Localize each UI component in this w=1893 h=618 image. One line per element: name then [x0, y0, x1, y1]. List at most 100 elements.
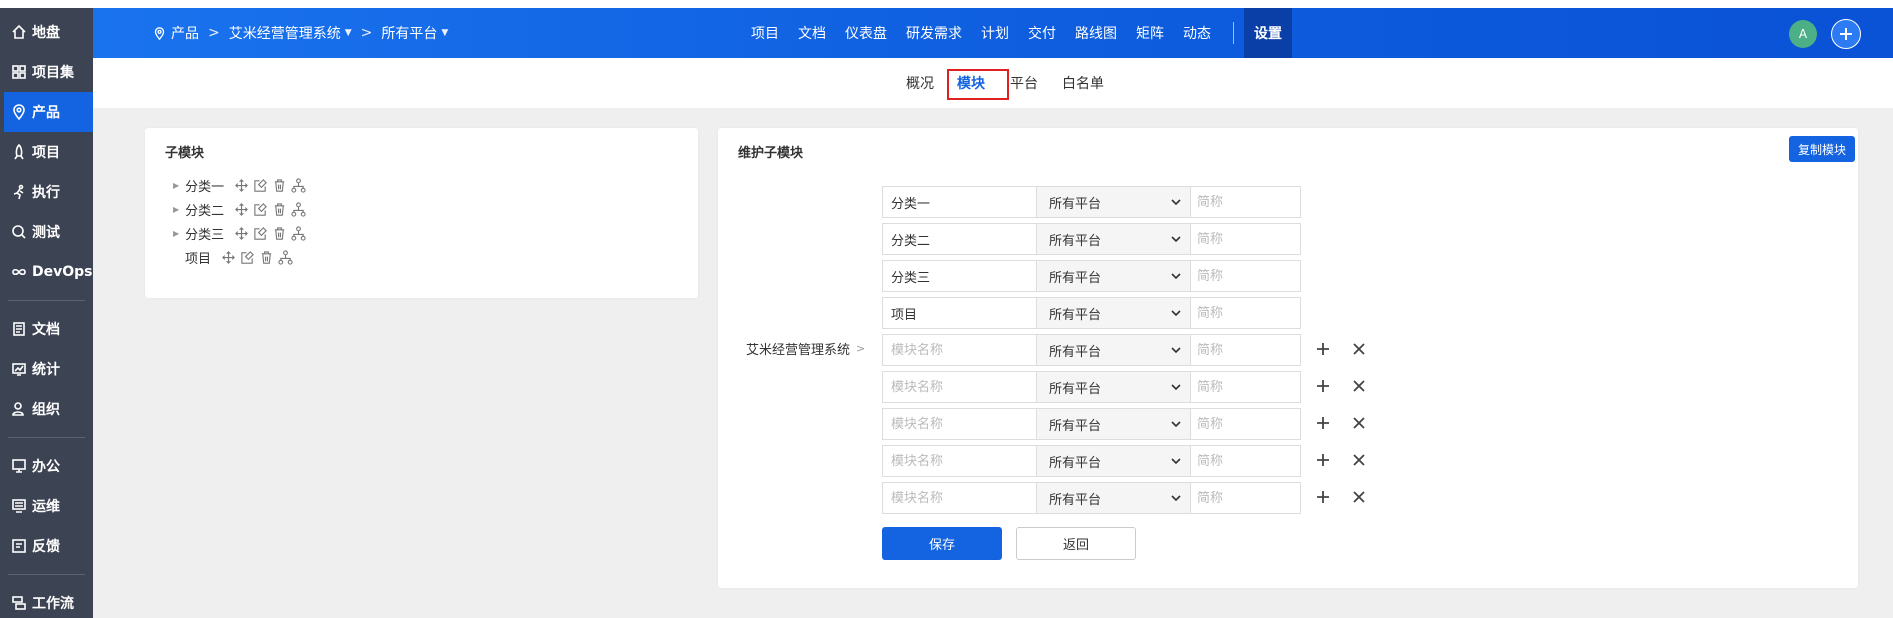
module-name-input[interactable]	[882, 408, 1036, 440]
sub-item-icon[interactable]	[291, 177, 306, 193]
sidebar-item-product[interactable]: 产品	[4, 92, 93, 132]
platform-select[interactable]: 所有平台	[1036, 334, 1191, 366]
short-name-input[interactable]	[1191, 186, 1301, 218]
edit-icon[interactable]	[253, 226, 268, 241]
platform-select[interactable]: 所有平台	[1036, 260, 1191, 292]
nav-roadmap[interactable]: 路线图	[1075, 23, 1117, 43]
sidebar-item-project[interactable]: 项目	[0, 132, 93, 172]
remove-row-button[interactable]	[1352, 453, 1368, 469]
short-name-input[interactable]	[1191, 445, 1301, 477]
remove-row-button[interactable]	[1352, 490, 1368, 506]
edit-icon[interactable]	[253, 178, 268, 193]
nav-release[interactable]: 交付	[1028, 23, 1056, 43]
module-row: 所有平台	[882, 334, 1301, 366]
expand-triangle-icon[interactable]: ▶	[173, 181, 179, 190]
expand-triangle-icon[interactable]: ▶	[173, 229, 179, 238]
sidebar-item-doc[interactable]: 文档	[0, 309, 93, 349]
trash-icon[interactable]	[272, 178, 287, 193]
platform-select[interactable]: 所有平台	[1036, 482, 1191, 514]
platform-select[interactable]: 所有平台	[1036, 408, 1191, 440]
add-row-button[interactable]	[1316, 379, 1332, 395]
sidebar-item-test[interactable]: 测试	[0, 212, 93, 252]
trash-icon[interactable]	[259, 250, 274, 265]
tab-overview[interactable]: 概况	[906, 73, 934, 93]
remove-row-button[interactable]	[1352, 416, 1368, 432]
sidebar-item-feedback[interactable]: 反馈	[0, 526, 93, 566]
move-icon[interactable]	[234, 226, 249, 241]
breadcrumb-platform-dropdown[interactable]: 所有平台 ▼	[381, 23, 448, 43]
module-name-input[interactable]	[882, 186, 1036, 218]
move-icon[interactable]	[234, 202, 249, 217]
nav-doc[interactable]: 文档	[798, 23, 826, 43]
add-row-button[interactable]	[1316, 490, 1332, 506]
sub-item-icon[interactable]	[278, 249, 293, 265]
short-name-input[interactable]	[1191, 297, 1301, 329]
move-icon[interactable]	[234, 178, 249, 193]
sidebar-item-devops[interactable]: DevOps	[0, 252, 93, 292]
sidebar-item-label: 执行	[32, 185, 60, 201]
tree-item[interactable]: ▶ 分类二	[173, 199, 310, 219]
breadcrumb-product[interactable]: 产品	[153, 23, 199, 43]
sidebar-item-ops[interactable]: 运维	[0, 486, 93, 526]
nav-project[interactable]: 项目	[751, 23, 779, 43]
module-name-input[interactable]	[882, 260, 1036, 292]
tab-whitelist[interactable]: 白名单	[1062, 73, 1104, 93]
module-name-input[interactable]	[882, 297, 1036, 329]
back-button[interactable]: 返回	[1016, 527, 1136, 560]
create-button[interactable]	[1831, 19, 1861, 49]
tree-item[interactable]: ▶ 分类一	[173, 175, 310, 195]
sidebar-item-office[interactable]: 办公	[0, 446, 93, 486]
platform-select[interactable]: 所有平台	[1036, 371, 1191, 403]
sidebar-item-dashboard[interactable]: 地盘	[0, 12, 93, 52]
sidebar-item-label: 运维	[32, 499, 60, 515]
short-name-input[interactable]	[1191, 223, 1301, 255]
nav-plan[interactable]: 计划	[981, 23, 1009, 43]
short-name-input[interactable]	[1191, 260, 1301, 292]
sub-item-icon[interactable]	[291, 201, 306, 217]
short-name-input[interactable]	[1191, 371, 1301, 403]
trash-icon[interactable]	[272, 226, 287, 241]
tree-item[interactable]: ▶ 分类三	[173, 223, 310, 243]
nav-dashboard[interactable]: 仪表盘	[845, 23, 887, 43]
module-name-input[interactable]	[882, 482, 1036, 514]
platform-select[interactable]: 所有平台	[1036, 186, 1191, 218]
trash-icon[interactable]	[272, 202, 287, 217]
add-row-button[interactable]	[1316, 416, 1332, 432]
edit-icon[interactable]	[253, 202, 268, 217]
short-name-input[interactable]	[1191, 482, 1301, 514]
copy-module-button[interactable]: 复制模块	[1789, 136, 1855, 162]
sidebar: 地盘 项目集 产品 项目 执行 测试 DevOps 文档 统计 组织 办公 运维…	[0, 8, 93, 618]
nav-settings[interactable]: 设置	[1244, 8, 1292, 58]
sidebar-item-label: 项目集	[32, 65, 74, 81]
tab-platform[interactable]: 平台	[1010, 73, 1038, 93]
save-button[interactable]: 保存	[882, 527, 1002, 560]
platform-select[interactable]: 所有平台	[1036, 445, 1191, 477]
tree-item[interactable]: 项目	[185, 247, 297, 267]
sidebar-item-statistics[interactable]: 统计	[0, 349, 93, 389]
avatar[interactable]: A	[1789, 20, 1817, 48]
module-name-input[interactable]	[882, 223, 1036, 255]
add-row-button[interactable]	[1316, 342, 1332, 358]
short-name-input[interactable]	[1191, 334, 1301, 366]
nav-requirements[interactable]: 研发需求	[906, 23, 962, 43]
sidebar-item-organization[interactable]: 组织	[0, 389, 93, 429]
move-icon[interactable]	[221, 250, 236, 265]
remove-row-button[interactable]	[1352, 379, 1368, 395]
nav-matrix[interactable]: 矩阵	[1136, 23, 1164, 43]
expand-triangle-icon[interactable]: ▶	[173, 205, 179, 214]
platform-select[interactable]: 所有平台	[1036, 297, 1191, 329]
sidebar-item-workflow[interactable]: 工作流	[0, 583, 93, 618]
sub-item-icon[interactable]	[291, 225, 306, 241]
remove-row-button[interactable]	[1352, 342, 1368, 358]
module-name-input[interactable]	[882, 334, 1036, 366]
module-name-input[interactable]	[882, 371, 1036, 403]
platform-select[interactable]: 所有平台	[1036, 223, 1191, 255]
sidebar-item-program[interactable]: 项目集	[0, 52, 93, 92]
module-name-input[interactable]	[882, 445, 1036, 477]
add-row-button[interactable]	[1316, 453, 1332, 469]
short-name-input[interactable]	[1191, 408, 1301, 440]
nav-dynamic[interactable]: 动态	[1183, 23, 1211, 43]
sidebar-item-execution[interactable]: 执行	[0, 172, 93, 212]
breadcrumb-system-dropdown[interactable]: 艾米经营管理系统 ▼	[229, 23, 352, 43]
edit-icon[interactable]	[240, 250, 255, 265]
